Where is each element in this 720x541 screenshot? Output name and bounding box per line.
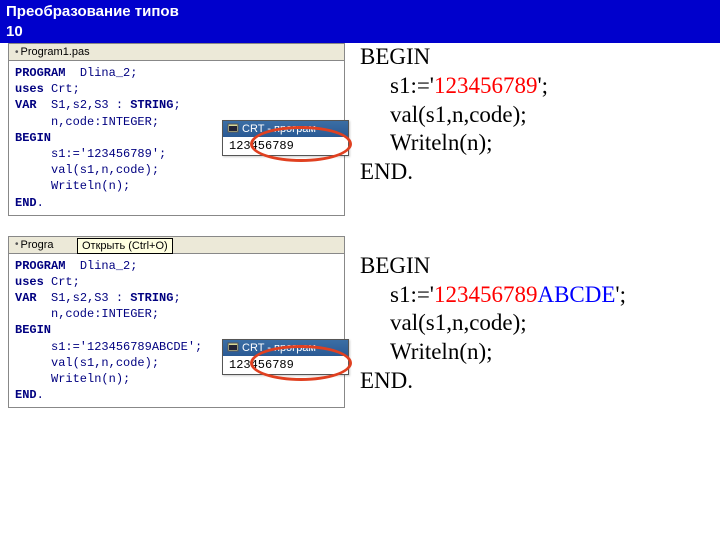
crt-output-value: 123456789 [223,356,348,374]
open-tooltip: Открыть (Ctrl+O) [77,238,173,254]
crt-output-window-2: CRT - програм 123456789 [222,339,349,375]
header-title: Преобразование типов [6,3,179,20]
content-area: • Program1.pas PROGRAM Dlina_2; uses Crt… [0,43,720,541]
line-end: END. [360,367,710,396]
tab-dot-icon: • [15,239,19,250]
line-s1: s1:='123456789'; [360,72,710,101]
crt-title-bar: CRT - програм [223,121,348,137]
tab-dot-icon: • [15,47,19,58]
crt-title-text: CRT - програм [242,123,316,135]
crt-output-value: 123456789 [223,137,348,155]
code-window-1: • Program1.pas PROGRAM Dlina_2; uses Crt… [8,43,345,216]
header-page: 10 [6,23,23,40]
window-icon [227,342,239,354]
slide-header: Преобразование типов 10 [0,0,720,43]
crt-title-text: CRT - програм [242,342,316,354]
line-begin: BEGIN [360,43,710,72]
editor-tab-strip-2: • Progra Открыть (Ctrl+O) [9,237,344,254]
left-column: • Program1.pas PROGRAM Dlina_2; uses Crt… [8,43,348,428]
crt-title-bar: CRT - програм [223,340,348,356]
tab-name: Progra [21,239,54,251]
code-window-2: • Progra Открыть (Ctrl+O) PROGRAM Dlina_… [8,236,345,409]
line-writeln: Writeln(n); [360,129,710,158]
line-writeln: Writeln(n); [360,338,710,367]
line-begin: BEGIN [360,252,710,281]
line-s1: s1:='123456789ABCDE'; [360,281,710,310]
right-column: BEGIN s1:='123456789'; val(s1,n,code); W… [360,43,710,426]
crt-output-window-1: CRT - програм 123456789 [222,120,349,156]
tab-name: Program1.pas [21,46,90,58]
code-big-2: BEGIN s1:='123456789ABCDE'; val(s1,n,cod… [360,252,710,396]
line-val: val(s1,n,code); [360,101,710,130]
window-icon [227,123,239,135]
code-big-1: BEGIN s1:='123456789'; val(s1,n,code); W… [360,43,710,187]
code-body-2: PROGRAM Dlina_2; uses Crt; VAR S1,s2,S3 … [9,254,344,408]
line-end: END. [360,158,710,187]
line-val: val(s1,n,code); [360,309,710,338]
editor-tab-strip: • Program1.pas [9,44,344,61]
